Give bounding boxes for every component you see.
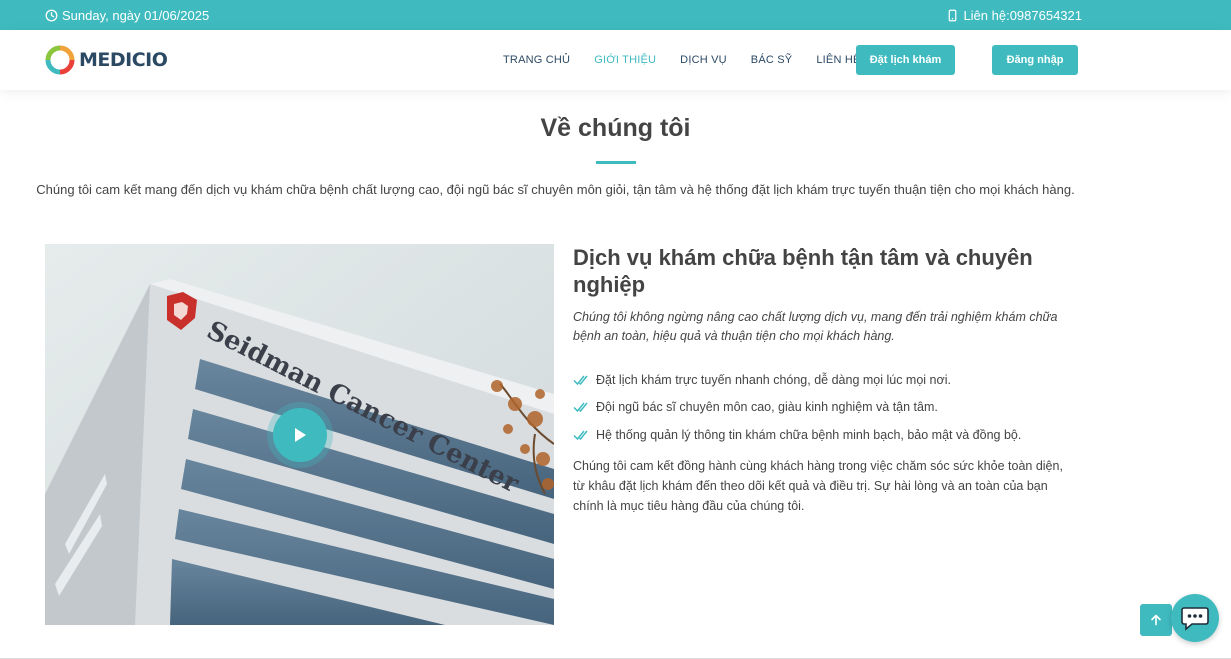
hospital-photo: Seidman Cancer Center [45, 244, 554, 625]
logo[interactable]: MEDICIO [45, 45, 168, 75]
list-item: Đặt lịch khám trực tuyến nhanh chóng, dễ… [573, 366, 1073, 394]
site-header: MEDICIO TRANG CHỦ GIỚI THIỆU DỊCH VỤ BÁC… [0, 30, 1231, 90]
logo-text: MEDICIO [79, 49, 168, 71]
checklist-text: Đặt lịch khám trực tuyến nhanh chóng, dễ… [596, 372, 951, 387]
nav-contact[interactable]: LIÊN HỆ [816, 54, 860, 66]
clock-icon [45, 9, 58, 21]
play-video-button[interactable] [273, 408, 327, 462]
about-text-column: Dịch vụ khám chữa bệnh tận tâm và chuyên… [573, 244, 1073, 516]
nav-services[interactable]: DỊCH VỤ [680, 54, 727, 66]
chat-bubble-icon [1181, 607, 1209, 631]
back-to-top-button[interactable] [1140, 604, 1172, 636]
nav-about[interactable]: GIỚI THIỆU [594, 54, 656, 66]
about-heading: Dịch vụ khám chữa bệnh tận tâm và chuyên… [573, 245, 1033, 297]
list-item: Đội ngũ bác sĩ chuyên môn cao, giàu kinh… [573, 394, 1073, 422]
checklist-text: Đội ngũ bác sĩ chuyên môn cao, giàu kinh… [596, 400, 938, 415]
double-check-icon [573, 375, 588, 385]
double-check-icon [573, 430, 588, 440]
double-check-icon [573, 402, 588, 413]
phone-icon [949, 9, 957, 21]
arrow-up-icon [1151, 614, 1161, 626]
about-paragraph: Chúng tôi cam kết đồng hành cùng khách h… [573, 458, 1063, 513]
date-text: Sunday, ngày 01/06/2025 [62, 7, 210, 23]
checklist-text: Hệ thống quản lý thông tin khám chữa bện… [596, 427, 1022, 442]
main-nav: TRANG CHỦ GIỚI THIỆU DỊCH VỤ BÁC SỸ LIÊN… [503, 54, 861, 66]
list-item: Hệ thống quản lý thông tin khám chữa bện… [573, 421, 1073, 449]
chat-button[interactable] [1171, 594, 1219, 642]
nav-home[interactable]: TRANG CHỦ [503, 54, 570, 66]
contact-info: Liên hệ:0987654321 [946, 8, 1082, 23]
contact-text: Liên hệ:0987654321 [963, 7, 1082, 23]
title-underline [595, 161, 636, 164]
top-bar: Sunday, ngày 01/06/2025 Liên hệ:09876543… [0, 0, 1231, 30]
nav-doctors[interactable]: BÁC SỸ [751, 54, 793, 66]
about-lead: Chúng tôi không ngừng nâng cao chất lượn… [573, 310, 1058, 343]
section-title: Về chúng tôi [540, 114, 691, 142]
login-button[interactable]: Đăng nhập [992, 45, 1078, 75]
intro-text: Chúng tôi cam kết mang đến dịch vụ khám … [36, 182, 1075, 197]
logo-ring-icon [45, 45, 75, 75]
book-appointment-button[interactable]: Đặt lịch khám [856, 45, 955, 75]
play-icon [295, 428, 306, 442]
date-info: Sunday, ngày 01/06/2025 [45, 8, 209, 23]
feature-checklist: Đặt lịch khám trực tuyến nhanh chóng, dễ… [573, 366, 1073, 449]
